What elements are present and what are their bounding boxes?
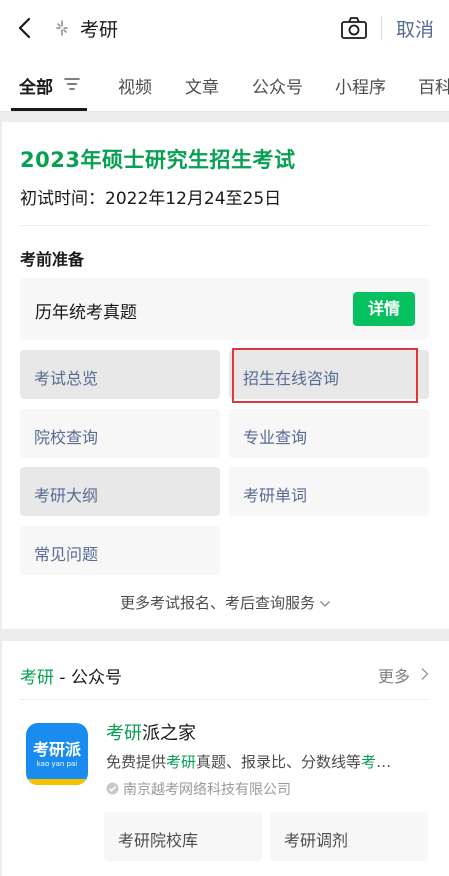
header-keyword: 考研 (20, 668, 54, 688)
past-papers-row[interactable]: 历年统考真题 详情 (20, 278, 429, 340)
avatar-logo-text: 考研派 (32, 740, 81, 759)
section-label: 考前准备 (20, 250, 85, 269)
search-bar: 考研 取消 (0, 0, 449, 56)
school-library-button[interactable]: 考研院校库 (104, 812, 262, 861)
verification: 南京越考网络科技有限公司 (106, 779, 291, 799)
active-tab-indicator (11, 108, 87, 111)
divider (20, 699, 429, 700)
grid-item-faq[interactable]: 常见问题 (20, 526, 220, 575)
account-avatar[interactable]: 考研派 kao yan pai (26, 723, 88, 785)
desc-keyword: 考研 (166, 753, 197, 771)
verified-company: 南京越考网络科技有限公司 (123, 782, 291, 798)
back-icon[interactable] (14, 16, 36, 40)
more-services-link[interactable]: 更多考试报名、考后查询服务 (2, 592, 449, 613)
grid-item-school-search[interactable]: 院校查询 (20, 409, 220, 458)
name-rest: 派之家 (142, 723, 196, 744)
more-services-label: 更多考试报名、考后查询服务 (119, 594, 315, 612)
divider (381, 16, 382, 40)
grid-item-vocabulary[interactable]: 考研单词 (229, 467, 429, 516)
grid-item-label: 考研单词 (243, 486, 308, 505)
grid-item-label: 考研大纲 (34, 486, 99, 505)
details-button[interactable]: 详情 (353, 292, 415, 326)
tab-mini-programs[interactable]: 小程序 (335, 73, 386, 98)
avatar-logo-subtext: kao yan pai (36, 760, 78, 768)
avatar-stripe (26, 779, 88, 785)
highlight-box (232, 348, 418, 403)
search-tabs: 全部 视频 文章 公众号 小程序 百科 (0, 56, 449, 112)
grid-item-major-search[interactable]: 专业查询 (229, 409, 429, 458)
cancel-button[interactable]: 取消 (396, 15, 434, 42)
tab-video[interactable]: 视频 (118, 73, 152, 98)
account-name[interactable]: 考研派之家 (106, 719, 196, 745)
official-accounts-card: 考研 - 公众号 更多 考研派 kao yan pai 考研派之家 免费提供考研… (2, 641, 449, 876)
tab-articles[interactable]: 文章 (185, 73, 219, 98)
chevron-right-icon (421, 668, 429, 680)
account-description: 免费提供考研真题、报录比、分数线等考… (106, 751, 428, 772)
camera-icon[interactable] (340, 16, 368, 40)
grid-item-label: 常见问题 (34, 545, 99, 564)
filter-icon[interactable] (64, 77, 80, 91)
button-label: 考研院校库 (118, 831, 199, 850)
exam-info-card: 2023年硕士研究生招生考试 初试时间：2022年12月24至25日 考前准备 … (2, 122, 449, 629)
grid-item-label: 考试总览 (34, 369, 99, 388)
name-keyword: 考研 (106, 723, 142, 744)
tab-official-accounts[interactable]: 公众号 (252, 73, 303, 98)
verified-icon (106, 782, 119, 795)
search-icon (56, 20, 68, 36)
tab-all[interactable]: 全部 (19, 73, 53, 98)
adjustment-button[interactable]: 考研调剂 (270, 812, 428, 861)
desc-keyword: 考 (361, 753, 377, 771)
exam-date: 初试时间：2022年12月24至25日 (20, 189, 282, 209)
section-header: 考研 - 公众号 (20, 663, 122, 688)
tab-encyclopedia[interactable]: 百科 (418, 73, 449, 98)
search-input[interactable]: 考研 (80, 15, 118, 42)
button-label: 考研调剂 (284, 831, 349, 850)
grid-item-label: 院校查询 (34, 428, 99, 447)
chevron-down-icon (320, 600, 330, 607)
desc-text: 免费提供 (106, 753, 167, 771)
desc-text: 真题、报录比、分数线等 (196, 753, 362, 771)
card-title[interactable]: 2023年硕士研究生招生考试 (20, 144, 295, 174)
header-label: - 公众号 (54, 668, 122, 688)
divider (20, 225, 429, 226)
grid-item-exam-overview[interactable]: 考试总览 (20, 350, 220, 399)
grid-item-syllabus[interactable]: 考研大纲 (20, 467, 220, 516)
desc-ellipsis: … (376, 753, 392, 771)
more-link[interactable]: 更多 (378, 663, 410, 687)
grid-item-label: 专业查询 (243, 428, 308, 447)
past-papers-label: 历年统考真题 (35, 303, 137, 323)
